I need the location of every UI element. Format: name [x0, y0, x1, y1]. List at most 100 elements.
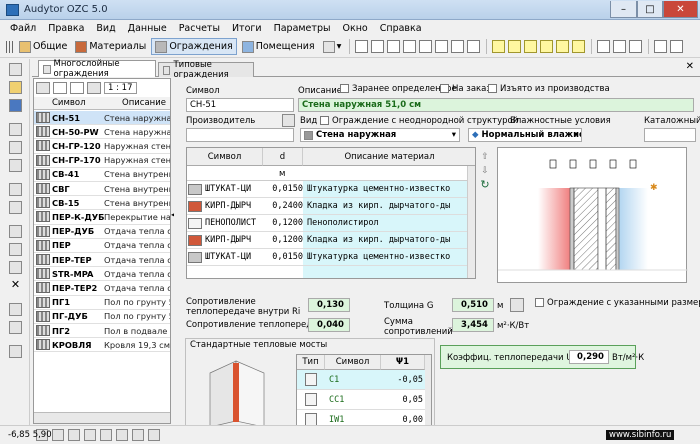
- new-icon[interactable]: [9, 63, 22, 76]
- list-item[interactable]: СН-ГР-120Наружная стена, гр: [34, 139, 170, 154]
- layout-icon[interactable]: [371, 40, 385, 53]
- tab-multilayer[interactable]: Многослойные ограждения: [38, 59, 156, 79]
- withdrawn-checkbox[interactable]: Изъято из производства: [488, 84, 610, 94]
- panel-icon[interactable]: [556, 40, 570, 53]
- dims-checkbox[interactable]: Ограждение с указанными размерами: [535, 298, 700, 308]
- bottom-tool-icon[interactable]: [132, 429, 144, 441]
- bottom-tool-icon[interactable]: [84, 429, 96, 441]
- menu-item-8[interactable]: Справка: [374, 23, 428, 34]
- symbol-input[interactable]: СН-51: [186, 98, 294, 112]
- rooms-button[interactable]: Помещения: [239, 38, 318, 55]
- layout-icon[interactable]: [467, 40, 481, 53]
- layout-icon[interactable]: [451, 40, 465, 53]
- general-button[interactable]: Общие: [16, 38, 70, 55]
- list-item[interactable]: ПЕР-ТЕР Отдача тепла от пе: [34, 253, 170, 268]
- menu-item-4[interactable]: Расчеты: [173, 23, 226, 34]
- layout-icon[interactable]: [419, 40, 433, 53]
- delete-icon[interactable]: ✕: [9, 279, 22, 292]
- layer-row[interactable]: КИРП-ДЫРЧ 0,2400 Кладка из кирп. дырчатого…: [187, 198, 475, 215]
- materials-button[interactable]: Материалы: [72, 38, 149, 55]
- menu-item-2[interactable]: Вид: [90, 23, 121, 34]
- report-icon[interactable]: [9, 159, 22, 172]
- menu-item-6[interactable]: Параметры: [268, 23, 337, 34]
- layer-row[interactable]: КИРП-ДЫРЧ 0,1200 Кладка из кирп. дырчатого…: [187, 232, 475, 249]
- panel-icon[interactable]: [492, 40, 506, 53]
- paste-icon[interactable]: [9, 261, 22, 274]
- rse-input[interactable]: 0,040: [308, 318, 350, 332]
- list-item[interactable]: СН-51 Стена наружная 51: [34, 111, 170, 126]
- close-tab-icon[interactable]: ✕: [686, 61, 694, 72]
- table-icon[interactable]: [670, 40, 684, 53]
- table-icon[interactable]: [654, 40, 668, 53]
- maker-picker-icon[interactable]: [282, 114, 295, 127]
- menu-item-0[interactable]: Файл: [4, 23, 42, 34]
- catalog-input[interactable]: [644, 128, 696, 142]
- move-up-icon[interactable]: ⇧: [478, 150, 492, 164]
- move-down-icon[interactable]: ⇩: [478, 164, 492, 178]
- list-icon[interactable]: [613, 40, 627, 53]
- custom-checkbox[interactable]: На заказ: [440, 84, 491, 94]
- view-dropdown[interactable]: ▾: [320, 38, 345, 55]
- list-item[interactable]: ПЕР-ТЕР2 Отдача тепла от пе: [34, 281, 170, 296]
- undo-icon[interactable]: [9, 183, 22, 196]
- bottom-tool-icon[interactable]: [68, 429, 80, 441]
- list-view-icon[interactable]: [36, 82, 50, 94]
- bridges-scrollbar[interactable]: [425, 355, 431, 429]
- tab-typical[interactable]: Типовые ограждения: [158, 60, 254, 80]
- list-item[interactable]: СВ-41 Стена внутренняя: [34, 168, 170, 182]
- preview-icon[interactable]: [9, 141, 22, 154]
- grid-icon[interactable]: [6, 40, 14, 53]
- layout-icon[interactable]: [435, 40, 449, 53]
- panel-icon[interactable]: [508, 40, 522, 53]
- rsi-input[interactable]: 0,130: [308, 298, 350, 312]
- list-item[interactable]: ПГ2 Пол в подвале 56,3: [34, 324, 170, 339]
- partitions-button[interactable]: Ограждения: [151, 38, 237, 55]
- open-icon[interactable]: [9, 81, 22, 94]
- bridge-row[interactable]: С1 -0,05: [297, 370, 425, 390]
- close-button[interactable]: ✕: [663, 1, 698, 18]
- list-item[interactable]: КРОВЛЯ Кровля 19,3 см: [34, 338, 170, 353]
- list-item[interactable]: ПГ1 Пол по грунту 56,3: [34, 296, 170, 310]
- copy-icon[interactable]: [9, 243, 22, 256]
- list-item[interactable]: STR-MPA Отдача тепла от пе: [34, 267, 170, 282]
- bottom-tool-icon[interactable]: [148, 429, 160, 441]
- list-item[interactable]: СВГ Стена внутренняя: [34, 182, 170, 197]
- layout-icon[interactable]: [387, 40, 401, 53]
- sort-icon[interactable]: [87, 82, 101, 94]
- layout-icon[interactable]: [403, 40, 417, 53]
- bottom-tool-icon[interactable]: [100, 429, 112, 441]
- redo-icon[interactable]: [9, 201, 22, 214]
- bottom-tool-icon[interactable]: [116, 429, 128, 441]
- maker-input[interactable]: [186, 128, 294, 142]
- layer-row[interactable]: ШТУКАТ-ЦИ 0,0150 Штукатурка цементно-извес…: [187, 249, 475, 266]
- list-item[interactable]: СВ-15 Стена внутренняя: [34, 196, 170, 211]
- layout-icon[interactable]: [355, 40, 369, 53]
- print-icon[interactable]: [9, 123, 22, 136]
- maximize-button[interactable]: □: [637, 1, 663, 18]
- moisture-select[interactable]: ◆ Нормальный влажно ▾: [468, 128, 582, 142]
- menu-item-1[interactable]: Правка: [42, 23, 90, 34]
- bridge-row[interactable]: СС1 0,05: [297, 390, 425, 410]
- panel-icon[interactable]: [572, 40, 586, 53]
- list-scrollbar[interactable]: [34, 412, 170, 423]
- description-input[interactable]: Стена наружная 51,0 см: [298, 98, 694, 112]
- menu-item-3[interactable]: Данные: [122, 23, 173, 34]
- list-item[interactable]: ПГ-ДУБ Пол по грунту 56,3: [34, 310, 170, 324]
- auto-icon[interactable]: [70, 82, 84, 94]
- save-icon[interactable]: [9, 99, 22, 112]
- menu-item-7[interactable]: Окно: [336, 23, 373, 34]
- minimize-button[interactable]: –: [610, 1, 637, 18]
- list-item[interactable]: ПЕР-К-ДУБПерекрытие наруж: [34, 210, 170, 225]
- grid-view-icon[interactable]: [53, 82, 67, 94]
- layer-row[interactable]: ШТУКАТ-ЦИ 0,0150 Штукатурка цементно-извес…: [187, 181, 475, 198]
- calculator-icon[interactable]: [9, 345, 22, 358]
- list-item[interactable]: СН-ГР-170Наружная стена, гр: [34, 154, 170, 168]
- layers-scrollbar[interactable]: [467, 166, 475, 278]
- refresh-icon[interactable]: ↻: [478, 178, 492, 192]
- layer-row[interactable]: ПЕНОПОЛИСТ 0,1200 Пенополистирол: [187, 215, 475, 232]
- panel-icon[interactable]: [540, 40, 554, 53]
- list-item[interactable]: ПЕР-ДУБ Отдача тепла от пе: [34, 225, 170, 239]
- find-icon[interactable]: [9, 303, 22, 316]
- bottom-tool-icon[interactable]: [52, 429, 64, 441]
- type-select[interactable]: Стена наружная ▾: [300, 128, 460, 142]
